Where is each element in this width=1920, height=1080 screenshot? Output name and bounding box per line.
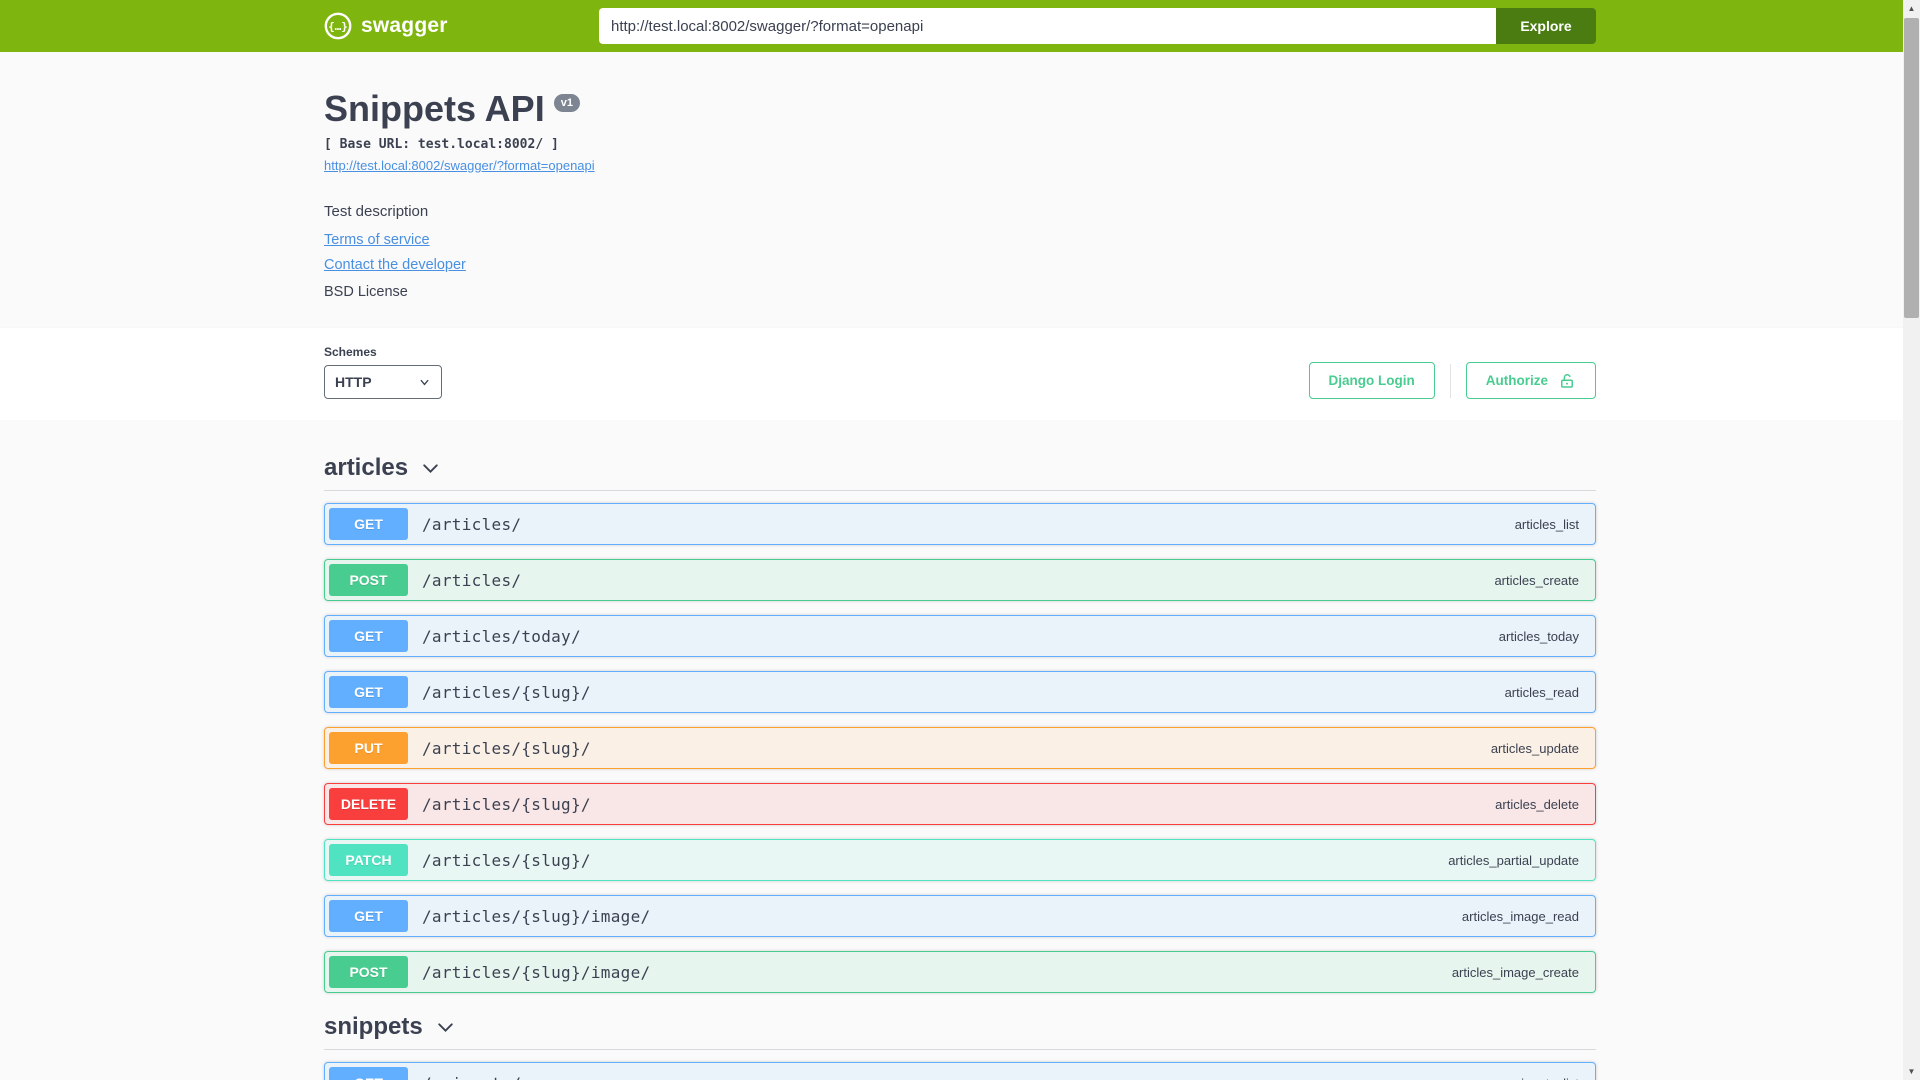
operation-path: /articles/ <box>422 514 522 534</box>
operation-row[interactable]: DELETE /articles/{slug}/ articles_delete <box>324 783 1596 825</box>
authorize-label: Authorize <box>1485 373 1548 388</box>
operation-row[interactable]: PATCH /articles/{slug}/ articles_partial… <box>324 839 1596 881</box>
method-badge: PUT <box>329 732 408 764</box>
section-operations: GET /snippets/ snippets_list <box>324 1062 1596 1080</box>
terms-of-service-link[interactable]: Terms of service <box>324 232 430 248</box>
explore-button[interactable]: Explore <box>1496 8 1596 44</box>
tag-header[interactable]: snippets <box>324 1007 1596 1050</box>
page-title: Snippets API v1 <box>324 88 1596 130</box>
authorize-button[interactable]: Authorize <box>1465 362 1596 399</box>
auth-wrapper: Django Login Authorize <box>1308 362 1596 399</box>
operation-row[interactable]: GET /articles/{slug}/image/ articles_ima… <box>324 895 1596 937</box>
operation-id: articles_image_create <box>1451 964 1579 980</box>
operation-path: /articles/{slug}/image/ <box>422 962 651 982</box>
operation-path: /articles/{slug}/ <box>422 682 591 702</box>
swagger-logo-icon: {…} <box>324 12 352 40</box>
operation-id: articles_today <box>1498 628 1579 644</box>
spec-link[interactable]: http://test.local:8002/swagger/?format=o… <box>324 158 595 173</box>
operation-path: /articles/today/ <box>422 626 581 646</box>
operation-id: articles_image_read <box>1461 908 1579 924</box>
operations-list: articles GET /articles/ articles_list PO… <box>324 448 1596 1080</box>
section-title: articles <box>324 454 409 481</box>
method-badge: DELETE <box>329 788 408 820</box>
spec-url-input[interactable] <box>599 8 1496 44</box>
operation-path: /articles/{slug}/image/ <box>422 906 651 926</box>
method-badge: GET <box>329 1067 408 1080</box>
method-badge: GET <box>329 620 408 652</box>
contact-developer-link[interactable]: Contact the developer <box>324 257 466 273</box>
operation-id: articles_partial_update <box>1448 852 1579 868</box>
operation-path: /articles/{slug}/ <box>422 794 591 814</box>
operation-path: /articles/{slug}/ <box>422 738 591 758</box>
operation-path: /articles/{slug}/ <box>422 850 591 870</box>
scroll-down-arrow-icon[interactable]: ▼ <box>1903 1063 1920 1080</box>
operation-row[interactable]: GET /articles/{slug}/ articles_read <box>324 671 1596 713</box>
api-title-text: Snippets API <box>324 88 545 129</box>
chevron-down-icon <box>437 1022 453 1032</box>
tag-section: articles GET /articles/ articles_list PO… <box>324 448 1596 993</box>
explore-form: Explore <box>599 8 1596 44</box>
operations-area: articles GET /articles/ articles_list PO… <box>0 420 1920 1080</box>
operation-id: articles_read <box>1504 684 1579 700</box>
section-operations: GET /articles/ articles_list POST /artic… <box>324 503 1596 993</box>
swagger-logo[interactable]: {…} swagger <box>324 12 448 40</box>
topbar: {…} swagger Explore <box>0 0 1920 52</box>
operation-row[interactable]: POST /articles/{slug}/image/ articles_im… <box>324 951 1596 993</box>
method-badge: GET <box>329 676 408 708</box>
method-badge: GET <box>329 900 408 932</box>
api-info-section: Snippets API v1 [ Base URL: test.local:80… <box>0 52 1920 328</box>
section-title: snippets <box>324 1013 423 1040</box>
license-label: BSD License <box>324 284 408 300</box>
operation-id: articles_list <box>1514 516 1579 532</box>
chevron-down-icon <box>420 379 429 385</box>
operation-row[interactable]: GET /articles/today/ articles_today <box>324 615 1596 657</box>
brand-name: swagger <box>361 14 448 37</box>
operation-row[interactable]: GET /snippets/ snippets_list <box>324 1062 1596 1080</box>
operation-row[interactable]: PUT /articles/{slug}/ articles_update <box>324 727 1596 769</box>
method-badge: GET <box>329 508 408 540</box>
operation-path: /snippets/ <box>422 1074 521 1080</box>
api-description: Test description <box>324 203 429 220</box>
scrollbar[interactable]: ▲ ▼ <box>1903 0 1920 1080</box>
schemes-select[interactable]: HTTP <box>324 365 442 399</box>
chevron-down-icon <box>423 463 438 473</box>
operation-row[interactable]: POST /articles/ articles_create <box>324 559 1596 601</box>
operation-path: /articles/ <box>422 570 522 590</box>
tag-section: snippets GET /snippets/ snippets_list <box>324 1007 1596 1080</box>
version-badge: v1 <box>553 94 580 112</box>
auth-divider <box>1449 363 1451 398</box>
base-url: [ Base URL: test.local:8002/ ] <box>324 137 559 152</box>
scheme-container: Schemes HTTP Django Login Authorize <box>0 328 1920 420</box>
operation-id: articles_delete <box>1495 796 1579 812</box>
scrollbar-thumb[interactable] <box>1904 18 1919 318</box>
django-login-button[interactable]: Django Login <box>1308 362 1435 399</box>
schemes-label: Schemes <box>324 345 377 359</box>
method-badge: POST <box>329 956 408 988</box>
schemes-block: Schemes HTTP <box>324 345 442 399</box>
scroll-up-arrow-icon[interactable]: ▲ <box>1903 0 1920 17</box>
tag-header[interactable]: articles <box>324 448 1596 491</box>
operation-id: articles_update <box>1490 740 1579 756</box>
operation-row[interactable]: GET /articles/ articles_list <box>324 503 1596 545</box>
method-badge: POST <box>329 564 408 596</box>
operation-id: articles_create <box>1494 572 1579 588</box>
unlock-icon <box>1561 373 1573 388</box>
svg-text:{…}: {…} <box>328 20 348 33</box>
schemes-selected-value: HTTP <box>335 374 372 390</box>
method-badge: PATCH <box>329 844 408 876</box>
operation-id: snippets_list <box>1507 1076 1591 1080</box>
